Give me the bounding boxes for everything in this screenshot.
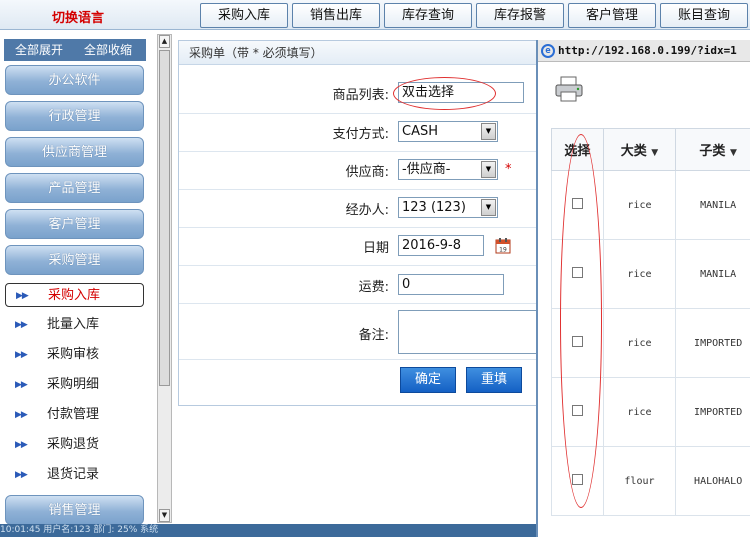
category-cell: rice — [602, 308, 677, 378]
nav-purchase-in[interactable]: 采购入库 — [200, 3, 288, 28]
sort-down-icon[interactable]: ▼ — [651, 148, 658, 158]
sidebar-item-purchase-review[interactable]: ▶▶ 采购审核 — [5, 343, 144, 367]
sidebar-item-purchase-detail[interactable]: ▶▶ 采购明细 — [5, 373, 144, 397]
sidebar-item-label: 采购入库 — [48, 288, 101, 303]
chevron-down-icon[interactable]: ▼ — [481, 161, 496, 178]
shipping-label: 运费: — [358, 280, 389, 295]
col-category[interactable]: 大类 ▼ — [602, 128, 677, 171]
supplier-row: 供应商: -供应商- ▼ * — [179, 152, 537, 190]
svg-text:19: 19 — [499, 247, 507, 254]
payment-label: 支付方式: — [332, 127, 389, 142]
date-input[interactable]: 2016-9-8 — [398, 235, 484, 256]
remark-row: 备注: — [179, 304, 538, 360]
menu-office-software[interactable]: 办公软件 — [5, 65, 144, 95]
popup-titlebar: e http://192.168.0.199/?idx=1 — [538, 40, 750, 62]
date-row: 日期 2016-9-8 19 — [179, 228, 537, 266]
sidebar-item-label: 采购退货 — [47, 437, 100, 452]
printer-icon[interactable] — [554, 76, 584, 102]
expand-all-link[interactable]: 全部展开 — [15, 39, 63, 61]
double-arrow-icon: ▶▶ — [15, 320, 28, 330]
popup-url: http://192.168.0.199/?idx=1 — [558, 44, 737, 57]
top-navbar: 切换语言 采购入库 销售出库 库存查询 库存报警 客户管理 账目查询 — [0, 0, 750, 30]
sidebar-item-label: 批量入库 — [47, 317, 100, 332]
annotation-oval — [393, 77, 496, 110]
sort-down-icon[interactable]: ▼ — [730, 148, 737, 158]
menu-sales[interactable]: 销售管理 — [5, 495, 144, 525]
double-arrow-icon: ▶▶ — [16, 291, 29, 301]
status-bar: 10:01:45 用户名:123 部门: 25% 系统 — [0, 524, 536, 537]
handler-row: 经办人: 123 (123) ▼ — [179, 190, 537, 228]
sidebar-item-payment-mgmt[interactable]: ▶▶ 付款管理 — [5, 403, 144, 427]
shipping-fee-input[interactable]: 0 — [398, 274, 504, 295]
menu-customer[interactable]: 客户管理 — [5, 209, 144, 239]
subcategory-cell: IMPORTED — [675, 377, 750, 447]
double-arrow-icon: ▶▶ — [15, 350, 28, 360]
form-title: 采购单（带 * 必须填写） — [179, 41, 537, 65]
handler-label: 经办人: — [345, 203, 389, 218]
subcategory-cell: MANILA — [675, 239, 750, 309]
subcategory-cell: IMPORTED — [675, 308, 750, 378]
sidebar-item-return-record[interactable]: ▶▶ 退货记录 — [5, 463, 144, 487]
sidebar-item-label: 采购审核 — [47, 347, 100, 362]
menu-product[interactable]: 产品管理 — [5, 173, 144, 203]
double-arrow-icon: ▶▶ — [15, 440, 28, 450]
ie-logo-icon: e — [541, 44, 555, 58]
reset-button[interactable]: 重填 — [466, 367, 522, 393]
chevron-down-icon[interactable]: ▼ — [481, 123, 496, 140]
scroll-down-icon[interactable]: ▼ — [159, 509, 170, 522]
sidebar-item-label: 采购明细 — [47, 377, 100, 392]
payment-row: 支付方式: CASH ▼ — [179, 114, 537, 152]
sidebar: 全部展开 全部收缩 办公软件 行政管理 供应商管理 产品管理 客户管理 采购管理… — [0, 37, 150, 525]
remark-label: 备注: — [358, 328, 389, 343]
handler-select[interactable]: 123 (123) ▼ — [398, 197, 498, 218]
handler-value: 123 (123) — [402, 200, 466, 215]
category-cell: flour — [602, 446, 677, 516]
product-picker-window: e http://192.168.0.199/?idx=1 选择 大类 ▼ 子类… — [536, 40, 750, 537]
sidebar-item-label: 付款管理 — [47, 407, 100, 422]
language-switch[interactable]: 切换语言 — [52, 7, 104, 26]
double-arrow-icon: ▶▶ — [15, 410, 28, 420]
subcategory-cell: HALOHALO — [675, 446, 750, 516]
subcategory-cell: MANILA — [675, 170, 750, 240]
menu-purchase[interactable]: 采购管理 — [5, 245, 144, 275]
nav-stock-alert[interactable]: 库存报警 — [476, 3, 564, 28]
sidebar-item-purchase-in[interactable]: ▶▶ 采购入库 — [5, 283, 144, 307]
menu-supplier[interactable]: 供应商管理 — [5, 137, 144, 167]
nav-sales-out[interactable]: 销售出库 — [292, 3, 380, 28]
category-cell: rice — [602, 170, 677, 240]
double-arrow-icon: ▶▶ — [15, 380, 28, 390]
sidebar-item-label: 退货记录 — [47, 467, 100, 482]
purchase-form: 采购单（带 * 必须填写） 商品列表: 双击选择 支付方式: CASH ▼ 供应… — [178, 40, 538, 406]
nav-stock-query[interactable]: 库存查询 — [384, 3, 472, 28]
supplier-select[interactable]: -供应商- ▼ — [398, 159, 498, 180]
remark-textarea[interactable] — [398, 310, 538, 354]
col-subcategory[interactable]: 子类 ▼ — [675, 128, 750, 171]
category-cell: rice — [602, 377, 677, 447]
scroll-up-icon[interactable]: ▲ — [159, 35, 170, 48]
expand-collapse-bar: 全部展开 全部收缩 — [4, 39, 146, 61]
chevron-down-icon[interactable]: ▼ — [481, 199, 496, 216]
payment-value: CASH — [402, 124, 438, 139]
shipping-row: 运费: 0 — [179, 266, 537, 304]
sidebar-scrollbar[interactable]: ▲ ▼ — [157, 34, 172, 523]
menu-admin[interactable]: 行政管理 — [5, 101, 144, 131]
sidebar-item-purchase-return[interactable]: ▶▶ 采购退货 — [5, 433, 144, 457]
calendar-icon[interactable]: 19 — [495, 237, 511, 254]
collapse-all-link[interactable]: 全部收缩 — [84, 39, 132, 61]
nav-account-query[interactable]: 账目查询 — [660, 3, 748, 28]
payment-method-select[interactable]: CASH ▼ — [398, 121, 498, 142]
scrollbar-thumb[interactable] — [159, 50, 170, 386]
supplier-value: -供应商- — [402, 162, 451, 177]
confirm-button[interactable]: 确定 — [400, 367, 456, 393]
annotation-oval — [560, 134, 602, 508]
required-mark: * — [505, 162, 512, 177]
supplier-label: 供应商: — [345, 165, 389, 180]
category-cell: rice — [602, 239, 677, 309]
double-arrow-icon: ▶▶ — [15, 470, 28, 480]
nav-customer-mgmt[interactable]: 客户管理 — [568, 3, 656, 28]
date-label: 日期 — [362, 241, 389, 256]
product-label: 商品列表: — [332, 88, 389, 103]
sidebar-item-batch-in[interactable]: ▶▶ 批量入库 — [5, 313, 144, 337]
